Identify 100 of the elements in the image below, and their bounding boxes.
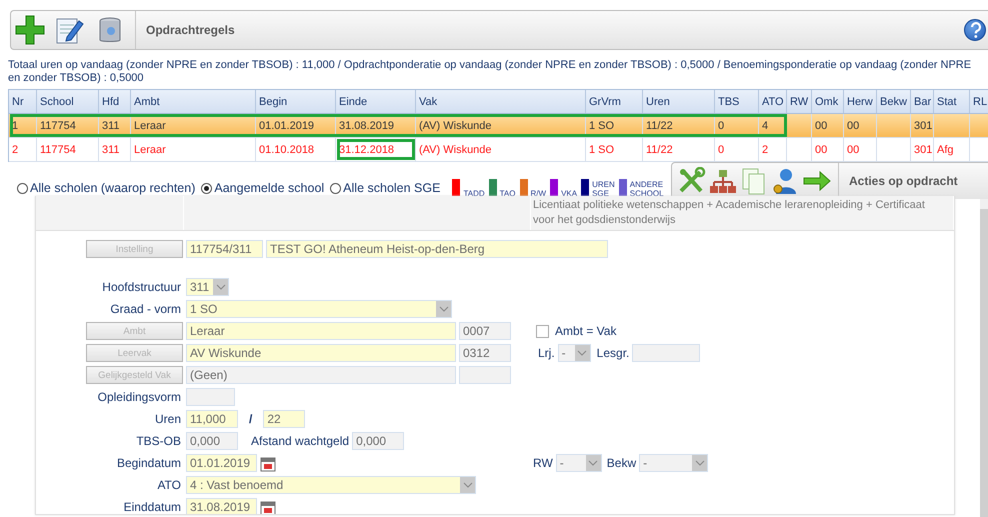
input-field[interactable]: 0,000 (352, 432, 404, 450)
input-field[interactable]: 22 (263, 410, 306, 428)
input-field[interactable]: 11,000 (186, 410, 238, 428)
column-header[interactable]: Stat (934, 90, 970, 113)
table-cell: Leraar (134, 120, 166, 132)
legend-label: TAO (500, 189, 516, 198)
toolbar-title: Acties op opdracht (849, 174, 958, 188)
calendar-icon (260, 454, 276, 472)
chevron-icon (576, 348, 588, 358)
table-cell: (AV) Wiskunde (419, 144, 492, 156)
table-cell: 1 SO (589, 120, 614, 132)
column-header[interactable]: Nr (9, 90, 37, 113)
table-row[interactable]: 1 117754 311 Leraar 01.01.2019 31.08.2019 (AV) Wiskunde 1 SO 11/22 0 4 00 00 301 (9, 114, 988, 138)
legend-label: TADD (463, 189, 485, 198)
table-cell: 117754 (40, 120, 76, 132)
input-field[interactable] (632, 344, 700, 362)
dropdown[interactable]: - (556, 454, 602, 472)
radio-option[interactable]: Aangemelde school (201, 181, 324, 195)
field-label: Graad - vorm (109, 302, 182, 316)
column-header[interactable]: School (37, 90, 99, 113)
table-cell: 311 (102, 120, 120, 132)
legend-label: VKA (561, 189, 578, 198)
table-cell: 01.01.2019 (259, 120, 314, 132)
legend-label: ANDERE SCHOOL (630, 180, 662, 198)
column-header[interactable]: Bar (911, 90, 934, 113)
column-header[interactable]: RW (787, 90, 812, 113)
field-label: Lrj. (538, 346, 555, 360)
radio-option[interactable]: Alle scholen SGE (330, 181, 440, 195)
table-cell: 311 (102, 144, 120, 156)
checkbox[interactable] (536, 324, 549, 338)
chevron-icon (587, 458, 600, 468)
chevron-icon (438, 304, 450, 314)
field-label: Ambt = Vak (555, 324, 616, 338)
input-field[interactable]: 01.01.2019 (186, 454, 257, 472)
input-field[interactable] (186, 388, 235, 406)
table-cell: 4 (762, 120, 768, 132)
user-coin-icon (771, 167, 799, 195)
field-label: ATO (156, 478, 182, 492)
scrollbar[interactable] (980, 199, 988, 517)
column-header[interactable]: GrVrm (586, 90, 643, 113)
table-cell: 00 (815, 120, 828, 132)
radio-icon[interactable] (201, 182, 212, 194)
column-header[interactable]: Einde (336, 90, 416, 113)
table-cell: 2 (12, 144, 18, 156)
column-header[interactable]: TBS (715, 90, 759, 113)
table-cell: 01.10.2018 (259, 144, 314, 156)
org-chart-icon (709, 167, 737, 195)
dropdown[interactable]: 4 : Vast benoemd (186, 476, 476, 494)
table-cell: Leraar (134, 144, 166, 156)
input-field[interactable]: 0,000 (186, 432, 238, 450)
table-cell: 301 (914, 120, 932, 132)
field-label: Opleidingsvorm (96, 390, 182, 404)
radio-option[interactable]: Alle scholen (waarop rechten) (17, 181, 196, 195)
table-cell: 0 (718, 120, 724, 132)
info-text: Licentiaat politieke wetenschappen + Academische lerarenopleiding + Certificaat voor het godsdienstonderwijs (532, 198, 926, 228)
column-header[interactable]: Begin (256, 90, 336, 113)
legend-label: UREN SGE (592, 180, 615, 198)
table-cell: 00 (847, 144, 860, 156)
column-header[interactable]: Uren (643, 90, 715, 113)
table-cell: 11/22 (646, 120, 673, 132)
field-label: Lesgr. (596, 346, 630, 360)
table-cell: 31.08.2019 (339, 120, 394, 132)
chevron-icon (462, 480, 474, 490)
column-header[interactable]: Omk (812, 90, 844, 113)
dropdown[interactable]: - (558, 344, 591, 362)
toolbar-title: Opdrachtregels (146, 23, 235, 37)
separator-text: / (249, 412, 252, 426)
table-cell: Afg (937, 144, 954, 156)
radio-icon[interactable] (17, 182, 28, 194)
column-header[interactable]: Bekw (877, 90, 911, 113)
dropdown[interactable]: 1 SO (186, 300, 452, 318)
table-cell: 0 (718, 144, 724, 156)
column-header[interactable]: Herw (844, 90, 877, 113)
table-cell: 11/22 (646, 144, 673, 156)
field-label: Begindatum (116, 456, 182, 470)
field-label: Einddatum (122, 500, 182, 514)
table-cell: 00 (815, 144, 828, 156)
table-cell: 00 (847, 120, 860, 132)
chevron-icon (214, 282, 226, 292)
legend-label: R/W (530, 189, 546, 198)
column-header[interactable]: RL (970, 90, 988, 113)
column-header[interactable]: Ambt (131, 90, 256, 113)
column-header[interactable]: ATO (759, 90, 787, 113)
dropdown[interactable]: - (639, 454, 708, 472)
column-header[interactable]: Vak (416, 90, 586, 113)
field-label: Bekw (606, 456, 636, 470)
input-field[interactable]: 31.08.2019 (186, 498, 257, 514)
dropdown[interactable]: 311 (186, 278, 229, 296)
field-label: RW (533, 456, 553, 470)
arrow-right-icon (802, 168, 832, 194)
table-cell: (AV) Wiskunde (419, 120, 492, 132)
radio-icon[interactable] (330, 182, 342, 194)
field-label: TBS-OB (135, 434, 182, 448)
input-field[interactable] (459, 366, 511, 384)
help-button[interactable] (964, 19, 986, 41)
column-header[interactable]: Hfd (99, 90, 131, 113)
chevron-icon (694, 458, 706, 468)
table-cell: 1 SO (589, 144, 614, 156)
field-label: Uren (154, 412, 182, 426)
add-button[interactable] (15, 15, 45, 45)
